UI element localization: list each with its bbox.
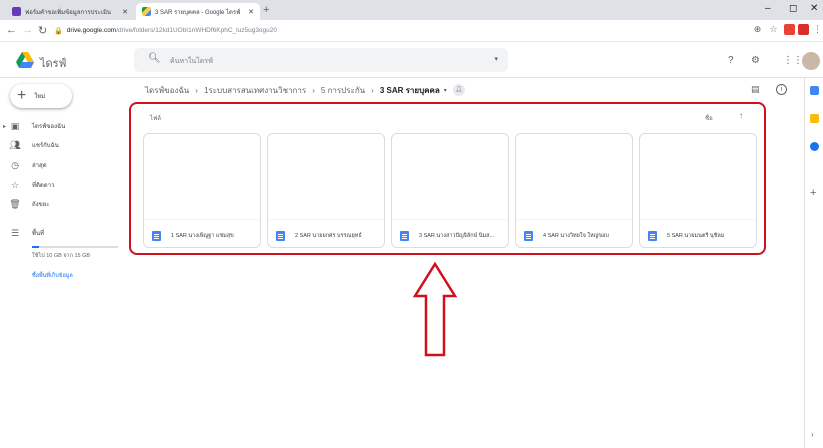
- plus-icon: +: [17, 87, 27, 104]
- chevron-right-icon: ›: [195, 85, 198, 95]
- url-path: /drive/folders/12kd1UObI1nWHDf6KphC_luz5…: [116, 27, 278, 34]
- search-input[interactable]: ค้นหาในไดรฟ์: [170, 56, 213, 67]
- menu-icon[interactable]: ⋮: [812, 24, 823, 35]
- search-icon[interactable]: 🔍︎: [148, 53, 161, 64]
- sidebar-item-trash[interactable]: 🗑︎ ถังขยะ: [8, 197, 49, 211]
- buy-storage-link[interactable]: ซื้อพื้นที่เก็บข้อมูล: [32, 272, 73, 280]
- drive-header: ไดรฟ์ 🔍︎ ค้นหาในไดรฟ์ ▾ ? ⚙ ⋮⋮: [0, 42, 823, 78]
- keep-icon[interactable]: [810, 114, 819, 123]
- sidebar-item-starred[interactable]: ☆ ที่ติดดาว: [8, 178, 54, 192]
- tab-title: 3 SAR รายบุคคล - Google ไดรฟ์: [155, 9, 241, 16]
- chevron-down-icon[interactable]: ▾: [444, 87, 447, 94]
- app-name: ไดรฟ์: [40, 58, 67, 70]
- browser-toolbar: ← → ↻ 🔒 drive.google.com/drive/folders/1…: [0, 20, 823, 42]
- storage-progress-fill: [32, 246, 39, 248]
- calendar-icon[interactable]: [810, 86, 819, 95]
- address-bar[interactable]: 🔒 drive.google.com/drive/folders/12kd1UO…: [54, 23, 744, 38]
- browser-tab-bar: ฟอร์มคำขอเพิ่มข้อมูลการประเมิน ✕ 3 SAR ร…: [0, 0, 823, 20]
- reload-icon[interactable]: ↻: [38, 24, 47, 37]
- trash-icon: 🗑︎: [9, 198, 21, 209]
- sidebar-item-storage[interactable]: ☰ พื้นที่: [8, 226, 44, 240]
- sidebar-item-label: ล่าสุด: [32, 163, 47, 169]
- add-addon-icon[interactable]: +: [810, 187, 816, 199]
- settings-icon[interactable]: ⚙: [751, 55, 760, 66]
- search-bar[interactable]: 🔍︎ ค้นหาในไดรฟ์ ▾: [134, 48, 508, 72]
- minimize-button[interactable]: –: [765, 3, 771, 14]
- info-icon[interactable]: i: [776, 84, 787, 95]
- breadcrumb-item[interactable]: 5 การประกัน: [321, 84, 365, 97]
- chevron-right-icon: ›: [312, 85, 315, 95]
- google-forms-icon: [12, 7, 21, 16]
- my-drive-icon: ▣: [10, 120, 20, 131]
- close-window-button[interactable]: ✕: [810, 3, 818, 14]
- shared-icon: 👥︎: [9, 139, 21, 150]
- sidebar-item-label: ถังขยะ: [32, 202, 50, 208]
- avatar[interactable]: [802, 52, 820, 70]
- annotation-up-arrow-icon: [413, 262, 457, 357]
- back-icon[interactable]: ←: [6, 24, 17, 36]
- expand-icon[interactable]: ▸: [3, 123, 6, 130]
- google-drive-logo[interactable]: [16, 52, 34, 68]
- sidebar-item-label: ไดรฟ์ของฉัน: [32, 124, 66, 130]
- help-icon[interactable]: ?: [728, 55, 734, 66]
- extension-icon[interactable]: [784, 24, 795, 35]
- lock-icon: 🔒: [54, 27, 63, 35]
- star-icon: ☆: [10, 179, 20, 190]
- highlight-box: [129, 102, 766, 255]
- google-drive-icon: [142, 7, 151, 16]
- breadcrumb-item[interactable]: 1ระบบสารสนเทศงานวิชาการ: [204, 84, 306, 97]
- list-view-icon[interactable]: ▤: [751, 84, 760, 95]
- sidebar-item-label: แชร์กับฉัน: [32, 143, 59, 149]
- new-tab-button[interactable]: +: [263, 4, 269, 16]
- browser-tab-drive[interactable]: 3 SAR รายบุคคล - Google ไดรฟ์ ✕: [136, 3, 260, 20]
- apps-grid-icon[interactable]: ⋮⋮: [783, 55, 803, 66]
- new-button[interactable]: + ใหม่: [10, 84, 72, 108]
- sidebar-item-shared[interactable]: 👥︎ แชร์กับฉัน: [8, 138, 59, 152]
- forward-icon[interactable]: →: [22, 24, 33, 36]
- breadcrumb-current[interactable]: 3 SAR รายบุคคล: [380, 84, 440, 97]
- sidebar-item-recent[interactable]: ◷ ล่าสุด: [8, 158, 47, 172]
- expand-panel-icon[interactable]: ›: [811, 430, 814, 439]
- tab-title: ฟอร์มคำขอเพิ่มข้อมูลการประเมิน: [25, 9, 112, 16]
- chevron-right-icon: ›: [371, 85, 374, 95]
- storage-progress-bar: [32, 246, 118, 248]
- maximize-button[interactable]: ◻: [789, 3, 797, 14]
- recent-icon: ◷: [11, 159, 19, 170]
- extension-icon[interactable]: ⊕: [752, 24, 763, 35]
- sidebar-item-label: พื้นที่: [32, 231, 45, 237]
- close-icon[interactable]: ✕: [248, 8, 254, 16]
- close-icon[interactable]: ✕: [122, 8, 128, 16]
- bookmark-star-icon[interactable]: ☆: [768, 24, 779, 35]
- shared-folder-icon: 👤︎: [452, 84, 465, 96]
- breadcrumb-item[interactable]: ไดรฟ์ของฉัน: [145, 84, 189, 97]
- url-host: drive.google.com: [66, 27, 117, 34]
- sidebar-item-my-drive[interactable]: ▸ ▣ ไดรฟ์ของฉัน: [3, 119, 66, 133]
- new-button-label: ใหม่: [34, 94, 46, 100]
- storage-icon: ☰: [10, 227, 20, 238]
- tasks-icon[interactable]: [810, 142, 819, 151]
- side-panel-rail: + ›: [804, 78, 823, 448]
- storage-usage-text: ใช้ไป 10 GB จาก 15 GB: [32, 253, 91, 259]
- breadcrumb: ไดรฟ์ของฉัน › 1ระบบสารสนเทศงานวิชาการ › …: [145, 83, 465, 97]
- extension-icon[interactable]: [798, 24, 809, 35]
- url-text: drive.google.com/drive/folders/12kd1UObI…: [67, 27, 277, 34]
- search-options-icon[interactable]: ▾: [494, 55, 498, 63]
- sidebar-item-label: ที่ติดดาว: [32, 183, 55, 189]
- browser-tab-forms[interactable]: ฟอร์มคำขอเพิ่มข้อมูลการประเมิน ✕: [6, 3, 134, 20]
